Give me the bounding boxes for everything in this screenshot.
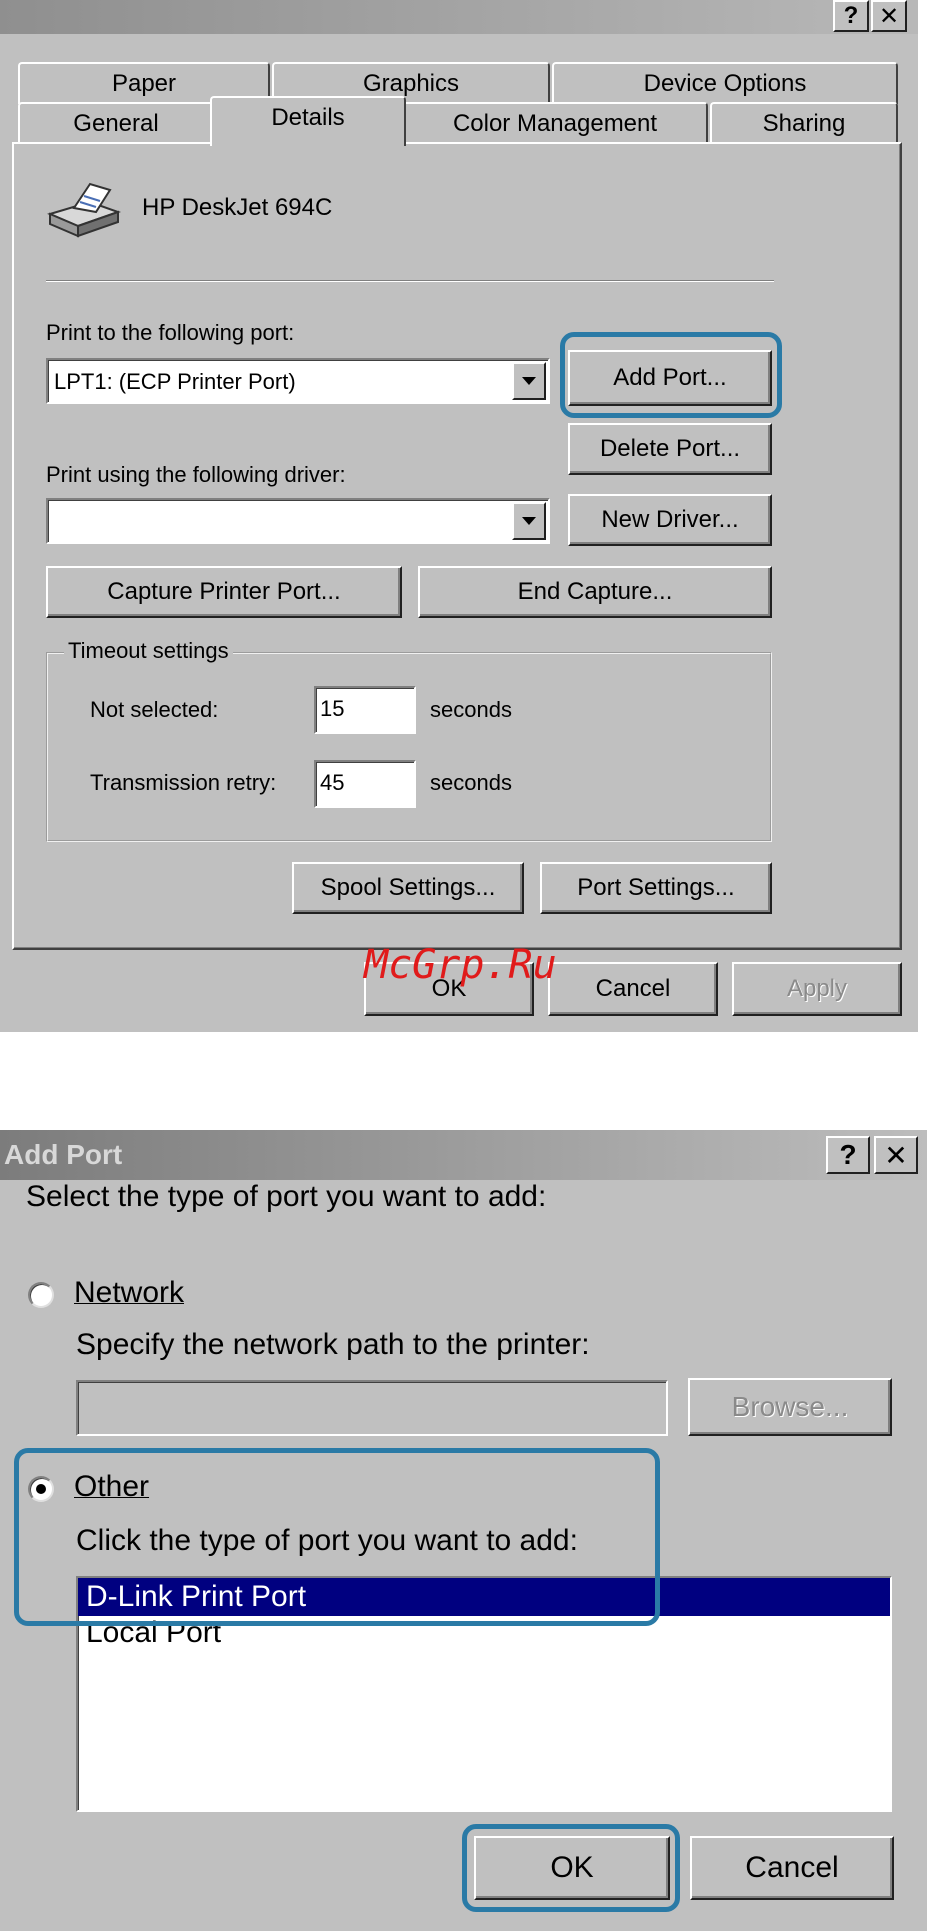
printer-icon [44, 176, 124, 240]
ok-highlight [462, 1824, 680, 1912]
other-highlight [14, 1448, 660, 1626]
dialog-titlebar [0, 0, 918, 34]
tab-device-options[interactable]: Device Options [552, 62, 898, 104]
driver-dropdown-button[interactable] [512, 502, 546, 540]
cancel-button[interactable]: Cancel [548, 962, 718, 1016]
close-button[interactable]: ✕ [874, 1136, 918, 1174]
driver-label: Print using the following driver: [46, 462, 346, 487]
seconds-label: seconds [430, 770, 512, 795]
network-path-input[interactable] [76, 1380, 668, 1436]
transmission-retry-input[interactable]: 45 [314, 760, 416, 808]
port-settings-button[interactable]: Port Settings... [540, 862, 772, 914]
chevron-down-icon [522, 517, 536, 525]
capture-printer-port-button[interactable]: Capture Printer Port... [46, 566, 402, 618]
transmission-retry-value: 45 [320, 770, 345, 795]
delete-port-button[interactable]: Delete Port... [568, 423, 772, 475]
timeout-legend: Timeout settings [64, 638, 233, 664]
end-capture-button[interactable]: End Capture... [418, 566, 772, 618]
not-selected-input[interactable]: 15 [314, 686, 416, 734]
cancel-button[interactable]: Cancel [690, 1836, 894, 1900]
chevron-down-icon [522, 377, 536, 385]
network-label: Network [74, 1276, 185, 1309]
port-select[interactable]: LPT1: (ECP Printer Port) [46, 358, 550, 404]
port-label: Print to the following port: [46, 320, 295, 345]
apply-button[interactable]: Apply [732, 962, 902, 1016]
new-driver-button[interactable]: New Driver... [568, 494, 772, 546]
tab-details[interactable]: Details [210, 96, 406, 146]
seconds-label: seconds [430, 697, 512, 722]
divider [46, 280, 774, 282]
close-button[interactable]: ✕ [871, 0, 907, 32]
watermark: McGrp.Ru [364, 942, 557, 988]
dialog-title: Add Port [4, 1139, 123, 1170]
help-button[interactable]: ? [826, 1136, 870, 1174]
dialog-titlebar [0, 1130, 927, 1180]
tab-sharing[interactable]: Sharing [710, 102, 898, 144]
add-port-prompt: Select the type of port you want to add: [26, 1180, 547, 1213]
timeout-groupbox [46, 652, 772, 842]
printer-name: HP DeskJet 694C [142, 194, 333, 221]
not-selected-value: 15 [320, 696, 345, 721]
tab-color-management[interactable]: Color Management [402, 102, 708, 144]
network-radio[interactable] [28, 1282, 54, 1308]
not-selected-label: Not selected: [90, 697, 219, 722]
help-button[interactable]: ? [833, 0, 869, 32]
port-select-value: LPT1: (ECP Printer Port) [54, 369, 296, 394]
spool-settings-button[interactable]: Spool Settings... [292, 862, 524, 914]
transmission-retry-label: Transmission retry: [90, 770, 277, 795]
tab-general[interactable]: General [18, 102, 214, 144]
driver-select[interactable] [46, 498, 550, 544]
browse-button[interactable]: Browse... [688, 1378, 892, 1436]
network-hint: Specify the network path to the printer: [76, 1328, 590, 1361]
add-port-highlight [560, 332, 782, 418]
port-dropdown-button[interactable] [512, 362, 546, 400]
